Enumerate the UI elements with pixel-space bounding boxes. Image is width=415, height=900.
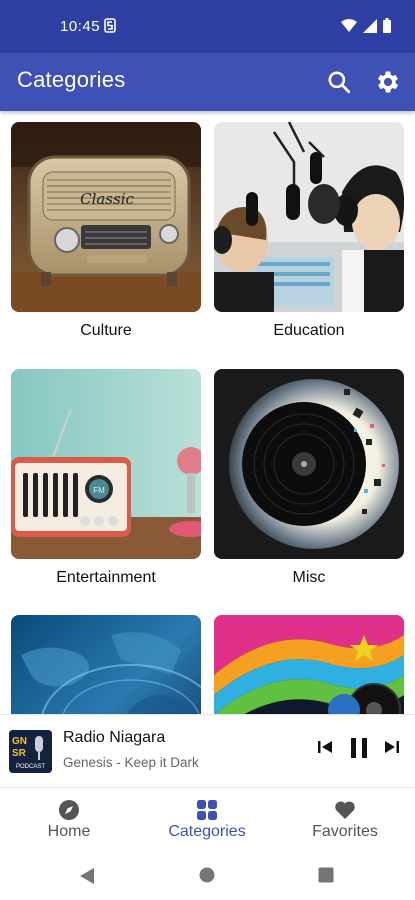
category-card-education[interactable]: Education [214,122,404,340]
culture-image: Classic [11,122,201,312]
wifi-icon [341,18,357,32]
svg-text:GN: GN [12,736,27,747]
notification-icon [104,18,116,33]
entertainment-image: FM [11,369,201,559]
page-title: Categories [17,67,126,92]
category-card-culture[interactable]: Classic Culture [11,122,201,340]
nav-item-favorites[interactable]: Favorites [276,789,414,849]
status-icons [341,18,391,33]
category-label: Entertainment [56,569,156,586]
category-label: Misc [292,569,326,586]
bottom-nav: Home Categories Favorites [0,789,415,849]
nav-label-home: Home [47,823,91,840]
category-image [11,615,201,714]
status-time: 10:45 [60,18,101,35]
recents-icon[interactable] [318,867,334,883]
status-bar: 10:45 [0,0,415,53]
battery-icon [383,18,391,33]
app-bar: Categories [0,53,415,111]
signal-icon [363,18,377,33]
back-icon[interactable] [79,867,95,885]
skip-previous-icon[interactable] [317,739,333,755]
category-card-misc[interactable]: Misc [214,369,404,587]
player-subtitle: Genesis - Keep it Dark [63,755,199,770]
search-icon[interactable] [326,69,352,95]
category-card-entertainment[interactable]: FM Entertainment [11,369,201,587]
mini-player[interactable]: GN SR PODCAST Radio Niagara Genesis - Ke… [0,714,415,788]
category-image [214,615,404,714]
nav-label-categories: Categories [168,823,246,840]
grid-icon [197,800,217,820]
pause-icon[interactable] [348,737,370,759]
heart-icon [335,801,355,819]
skip-next-icon[interactable] [384,739,400,755]
nav-label-favorites: Favorites [312,823,378,840]
podcast-artwork: GN SR PODCAST [9,730,52,773]
svg-text:SR: SR [12,748,27,759]
education-image [214,122,404,312]
nav-item-home[interactable]: Home [0,789,138,849]
svg-text:PODCAST: PODCAST [16,764,45,770]
svg-text:FM: FM [93,486,105,495]
category-card[interactable] [11,615,201,714]
player-title: Radio Niagara [63,729,166,746]
svg-text:Classic: Classic [80,190,134,208]
misc-image [214,369,404,559]
home-circle-icon[interactable] [199,867,215,883]
category-label: Culture [80,322,132,339]
category-label: Education [273,322,345,339]
system-navigation-bar [0,849,415,900]
compass-icon [59,800,79,820]
gear-icon[interactable] [374,68,402,96]
category-card[interactable] [214,615,404,714]
category-grid: Classic Culture Education FM Entertainme… [0,111,415,714]
nav-item-categories[interactable]: Categories [138,789,276,849]
